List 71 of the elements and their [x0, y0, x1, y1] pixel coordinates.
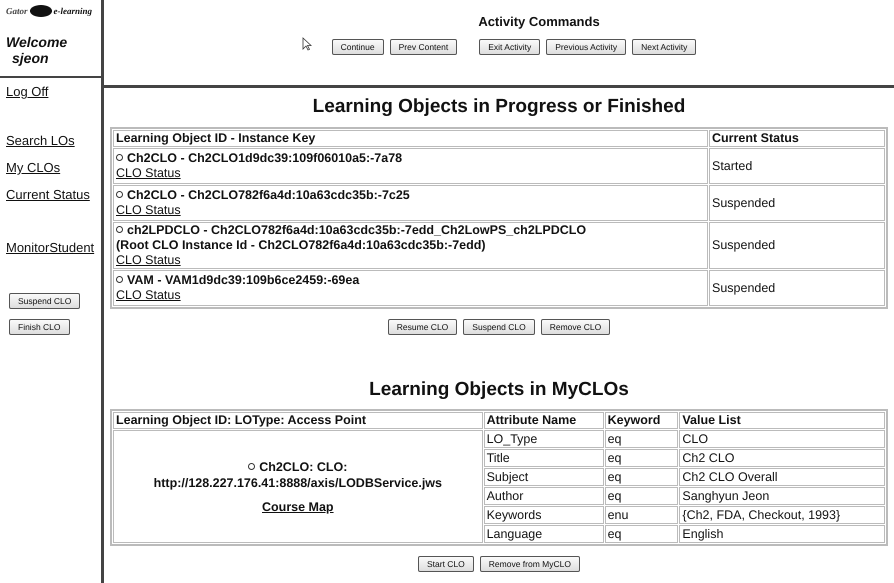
status-cell: Suspended [709, 270, 885, 306]
user-name: sjeon [11, 50, 50, 66]
radio-button[interactable] [116, 276, 123, 283]
clo-status-link[interactable]: CLO Status [116, 288, 181, 302]
sidebar-button[interactable]: Suspend CLO [9, 293, 80, 309]
column-header: Learning Object ID: LOType: Access Point [113, 412, 483, 429]
radio-button[interactable] [116, 154, 123, 161]
instance-key: Ch2CLO - Ch2CLO782f6a4d:10a63cdc35b:-7c25 [127, 188, 410, 202]
activity-button[interactable]: Continue [332, 39, 384, 55]
table-cell: eq [604, 449, 678, 467]
action-button[interactable]: Remove CLO [540, 319, 610, 335]
column-header: Learning Object ID - Instance Key [113, 130, 708, 147]
sidebar-button[interactable]: Finish CLO [9, 319, 70, 335]
table-cell: eq [604, 525, 678, 543]
sidebar-link[interactable]: My CLOs [6, 160, 101, 175]
table-cell: CLO [679, 430, 885, 448]
table-cell: LO_Type [484, 430, 604, 448]
table-cell: Subject [484, 468, 604, 486]
action-button[interactable]: Start CLO [418, 556, 474, 572]
section-title: Learning Objects in Progress or Finished [312, 96, 686, 118]
table-cell: {Ch2, FDA, Checkout, 1993} [679, 506, 885, 524]
pointer-icon [302, 37, 312, 51]
action-button[interactable]: Remove from MyCLO [480, 556, 580, 572]
logo-icon [28, 4, 53, 18]
status-cell: Suspended [709, 185, 885, 221]
activity-button[interactable]: Previous Activity [546, 39, 626, 55]
radio-button[interactable] [116, 191, 123, 198]
instance-key: Ch2CLO - Ch2CLO1d9dc39:109f06010a5:-7a78 [127, 151, 402, 165]
table-cell: enu [604, 506, 678, 524]
activity-button[interactable]: Exit Activity [479, 39, 540, 55]
welcome-text: Welcome [6, 34, 68, 50]
access-point: Ch2CLO: CLO: [259, 460, 348, 474]
table-cell: Sanghyun Jeon [679, 487, 885, 505]
table-cell: English [679, 525, 885, 543]
column-header: Value List [679, 412, 885, 429]
clo-status-link[interactable]: CLO Status [116, 166, 181, 180]
activity-button[interactable]: Next Activity [632, 39, 696, 55]
radio-button[interactable] [116, 226, 123, 233]
instance-key: VAM - VAM1d9dc39:109b6ce2459:-69ea [127, 273, 360, 287]
status-cell: Suspended [709, 222, 885, 269]
logo-text: e-learning [54, 6, 92, 16]
section-title: Learning Objects in MyCLOs [369, 379, 629, 401]
table-cell: eq [604, 430, 678, 448]
action-button[interactable]: Suspend CLO [463, 319, 535, 335]
radio-button[interactable] [248, 462, 256, 470]
column-header: Attribute Name [484, 412, 604, 429]
table-cell: eq [604, 487, 678, 505]
table-cell: Author [484, 487, 604, 505]
sidebar-link[interactable]: Search LOs [6, 133, 101, 148]
activity-title: Activity Commands [478, 14, 600, 29]
table-cell: Language [484, 525, 604, 543]
column-header: Current Status [709, 130, 885, 147]
table-cell: Ch2 CLO Overall [679, 468, 885, 486]
clo-status-link[interactable]: CLO Status [116, 203, 181, 217]
logo-text: Gator [6, 6, 28, 16]
action-button[interactable]: Resume CLO [388, 319, 458, 335]
table-cell: Ch2 CLO [679, 449, 885, 467]
table-cell: Title [484, 449, 604, 467]
column-header: Keyword [604, 412, 678, 429]
table-cell: eq [604, 468, 678, 486]
log-off-link[interactable]: Log Off [6, 84, 101, 99]
status-cell: Started [709, 148, 885, 184]
course-map-link[interactable]: Course Map [262, 498, 334, 514]
table-cell: Keywords [484, 506, 604, 524]
access-point: http://128.227.176.41:8888/axis/LODBService.jws [154, 476, 442, 490]
instance-key: ch2LPDCLO - Ch2CLO782f6a4d:10a63cdc35b:-7edd_Ch2LowPS_ch2LPDCLO [127, 223, 586, 237]
clo-status-link[interactable]: CLO Status [116, 253, 181, 267]
activity-button[interactable]: Prev Content [390, 39, 458, 55]
instance-key: (Root CLO Instance Id - Ch2CLO782f6a4d:10a63cdc35b:-7edd) [116, 238, 486, 252]
sidebar-link[interactable]: Current Status [6, 187, 101, 202]
sidebar-link[interactable]: MonitorStudent [6, 240, 101, 255]
